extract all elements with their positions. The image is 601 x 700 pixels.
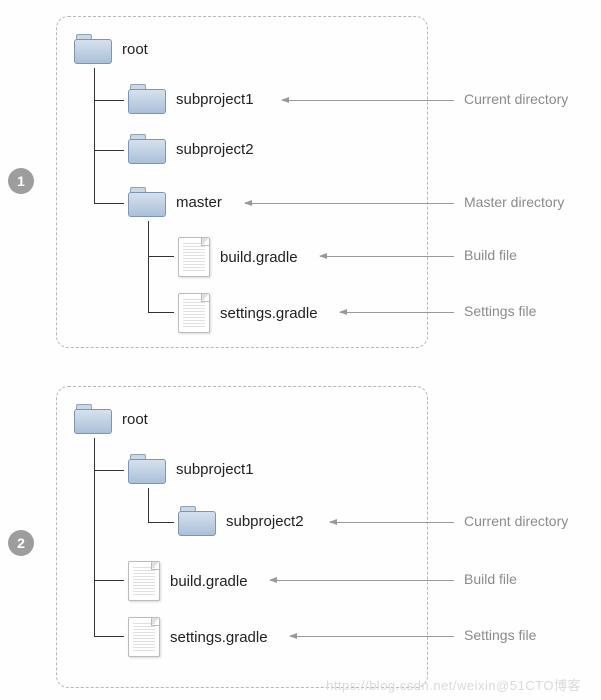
folder-icon xyxy=(128,84,166,114)
connector xyxy=(94,580,124,581)
tree-label: root xyxy=(122,41,148,58)
connector xyxy=(94,636,124,637)
file-icon xyxy=(128,561,160,601)
tree-node-sub1-1: subproject1 xyxy=(128,84,254,114)
connector xyxy=(94,470,124,471)
connector xyxy=(148,221,149,312)
annotation-label: Master directory xyxy=(464,194,564,210)
annotation-label: Build file xyxy=(464,571,517,587)
tree-node-master-1: master xyxy=(128,187,222,217)
diagram-badge-2: 2 xyxy=(8,530,34,556)
connector xyxy=(94,68,95,203)
tree-node-sub2-2: subproject2 xyxy=(178,506,304,536)
tree-label: build.gradle xyxy=(170,573,248,590)
annotation-label: Settings file xyxy=(464,627,536,643)
connector xyxy=(94,100,124,101)
annotation-arrow xyxy=(330,522,454,523)
tree-label: subproject2 xyxy=(176,141,254,158)
tree-node-settings-1: settings.gradle xyxy=(178,293,318,333)
tree-node-sub1-2: subproject1 xyxy=(128,454,254,484)
annotation-label: Build file xyxy=(464,247,517,263)
connector xyxy=(148,312,174,313)
annotation-label: Settings file xyxy=(464,303,536,319)
folder-icon xyxy=(178,506,216,536)
annotation-arrow xyxy=(290,636,454,637)
diagram-badge-1: 1 xyxy=(8,168,34,194)
annotation-arrow xyxy=(320,256,454,257)
tree-label: settings.gradle xyxy=(170,629,268,646)
tree-node-settings-2: settings.gradle xyxy=(128,617,268,657)
connector xyxy=(94,150,124,151)
file-icon xyxy=(178,293,210,333)
tree-label: root xyxy=(122,411,148,428)
folder-icon xyxy=(128,187,166,217)
annotation-arrow xyxy=(282,100,454,101)
tree-node-build-2: build.gradle xyxy=(128,561,248,601)
connector xyxy=(148,256,174,257)
annotation-label: Current directory xyxy=(464,513,568,529)
folder-icon xyxy=(74,404,112,434)
folder-icon xyxy=(128,134,166,164)
annotation-label: Current directory xyxy=(464,91,568,107)
tree-node-root-2: root xyxy=(74,404,148,434)
watermark-text: https://blog.csdn.net/weixin@51CTO博客 xyxy=(326,675,581,694)
file-icon xyxy=(128,617,160,657)
annotation-arrow xyxy=(340,312,454,313)
tree-label: subproject1 xyxy=(176,91,254,108)
connector xyxy=(148,522,174,523)
tree-node-sub2-1: subproject2 xyxy=(128,134,254,164)
annotation-arrow xyxy=(270,580,454,581)
annotation-arrow xyxy=(245,203,454,204)
tree-label: build.gradle xyxy=(220,249,298,266)
tree-label: subproject2 xyxy=(226,513,304,530)
tree-node-root-1: root xyxy=(74,34,148,64)
connector xyxy=(94,203,124,204)
tree-label: settings.gradle xyxy=(220,305,318,322)
tree-label: subproject1 xyxy=(176,461,254,478)
tree-label: master xyxy=(176,194,222,211)
connector xyxy=(148,488,149,522)
file-icon xyxy=(178,237,210,277)
folder-icon xyxy=(74,34,112,64)
tree-node-build-1: build.gradle xyxy=(178,237,298,277)
connector xyxy=(94,438,95,636)
folder-icon xyxy=(128,454,166,484)
